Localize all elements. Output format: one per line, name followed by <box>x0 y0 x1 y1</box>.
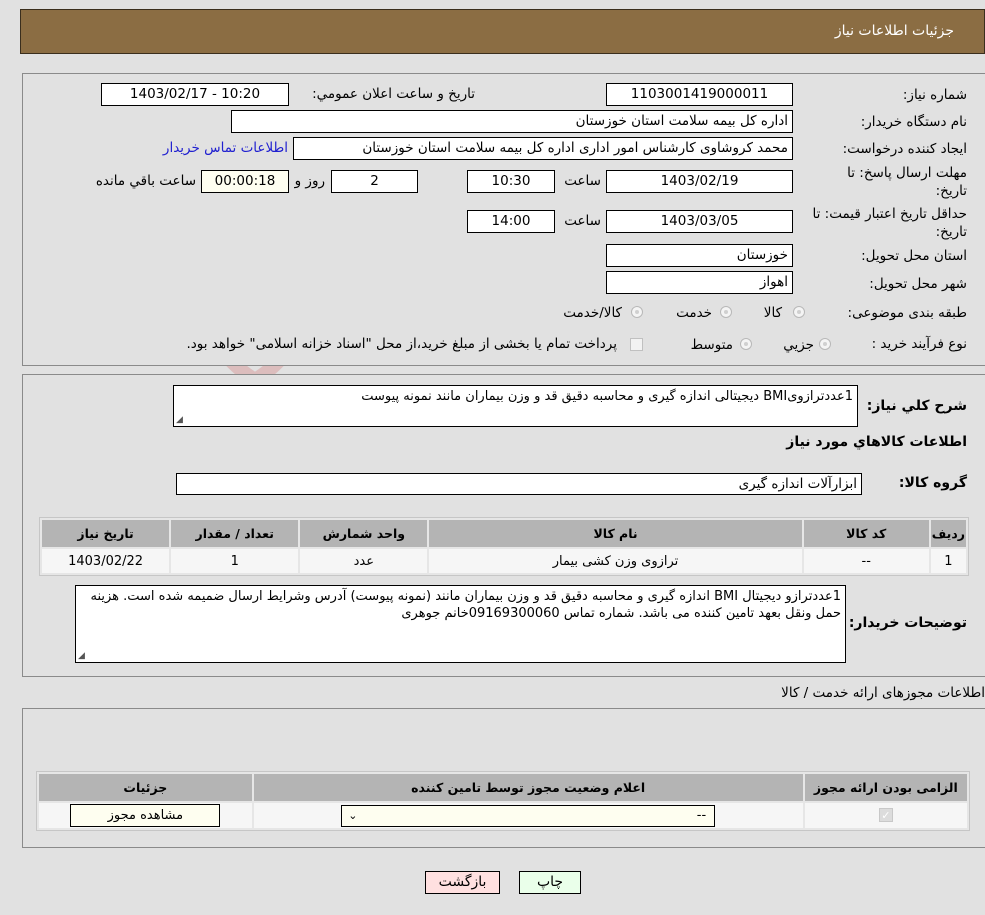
process-note: پرداخت تمام يا بخشی از مبلغ خريد،از محل … <box>186 336 617 352</box>
permit-required-checkbox: ✓ <box>878 808 893 822</box>
col-permit-status: اعلام وضعیت مجوز توسط تامین کننده <box>253 774 803 801</box>
buyer-contact-link[interactable]: اطلاعات تماس خريدار <box>163 140 288 156</box>
creator-field: محمد کروشاوی کارشناس امور اداری اداره کل… <box>293 137 793 160</box>
city-field: اهواز <box>606 271 793 294</box>
province-field: خوزستان <box>606 244 793 267</box>
chevron-down-icon: ⌄ <box>348 808 358 822</box>
price-validity-label-line1: حداقل تاريخ اعتبار قيمت: تا <box>812 206 967 222</box>
cell-quantity: 1 <box>171 549 299 573</box>
treasury-checkbox[interactable] <box>630 338 643 351</box>
remaining-time-label: ساعت باقي مانده <box>95 173 196 189</box>
buyer-notes-textarea[interactable]: 1عددترازو دیجیتال BMI اندازه گیری و محاس… <box>75 585 846 663</box>
category-option-service: خدمت <box>676 305 712 321</box>
description-textarea[interactable]: 1عددترازویBMI دیجیتالی اندازه گیری و محا… <box>173 385 858 427</box>
price-validity-date-field: 1403/03/05 <box>606 210 793 233</box>
table-row: 1 -- ترازوی وزن کشی بیمار عدد 1 1403/02/… <box>42 549 966 573</box>
process-option-minor: جزيي <box>783 337 814 353</box>
deadline-label: مهلت ارسال پاسخ: تا تاريخ: <box>847 164 967 200</box>
permit-status-value: -- <box>696 807 707 823</box>
days-field: 2 <box>331 170 418 193</box>
table-row: ✓ -- ⌄ مشاهده مجوز <box>39 803 967 828</box>
col-quantity: تعداد / مقدار <box>171 520 299 547</box>
col-code: کد کالا <box>803 520 929 547</box>
deadline-time-field: 10:30 <box>467 170 555 193</box>
province-label: استان محل تحويل: <box>861 248 967 264</box>
announce-datetime-field: 1403/02/17 - 10:20 <box>101 83 289 106</box>
announce-label: تاريخ و ساعت اعلان عمومي: <box>312 86 475 102</box>
buyer-org-field: اداره کل بیمه سلامت استان خوزستان <box>231 110 793 133</box>
need-number-label: شماره نیاز: <box>902 87 967 103</box>
price-validity-time-field: 14:00 <box>467 210 555 233</box>
col-unit: واحد شمارش <box>300 520 428 547</box>
remaining-time-field: 00:00:18 <box>201 170 289 193</box>
deadline-time-label: ساعت <box>564 173 601 189</box>
cell-name: ترازوی وزن کشی بیمار <box>429 549 802 573</box>
city-label: شهر محل تحويل: <box>869 276 967 292</box>
buyer-org-label: نام دستگاه خريدار: <box>860 114 967 130</box>
view-permit-button[interactable]: مشاهده مجوز <box>70 804 221 827</box>
process-radio-medium[interactable] <box>740 338 752 350</box>
price-validity-time-label: ساعت <box>564 213 601 229</box>
back-button[interactable]: بازگشت <box>425 871 500 894</box>
goods-group-label: گروه کالا: <box>898 475 967 491</box>
cell-unit: عدد <box>300 549 428 573</box>
cell-row: 1 <box>930 549 966 573</box>
goods-table: رديف کد کالا نام کالا واحد شمارش تعداد /… <box>39 517 969 576</box>
cell-need-date: 1403/02/22 <box>42 549 170 573</box>
goods-info-title: اطلاعات کالاهاي مورد نياز <box>786 434 967 450</box>
goods-table-header: رديف کد کالا نام کالا واحد شمارش تعداد /… <box>42 520 966 547</box>
process-label: نوع فرآیند خرید : <box>871 336 967 352</box>
cell-permit-status: -- ⌄ <box>253 803 803 828</box>
page-title: جزئیات اطلاعات نیاز <box>834 23 954 39</box>
permit-status-select[interactable]: -- ⌄ <box>341 804 716 827</box>
category-option-goods: کالا <box>763 305 782 321</box>
print-button[interactable]: چاپ <box>519 871 581 894</box>
cell-code: -- <box>803 549 929 573</box>
resize-grip-icon[interactable]: ◢ <box>78 652 85 661</box>
description-label: شرح کلي نياز: <box>866 398 967 414</box>
process-radio-minor[interactable] <box>819 338 831 350</box>
permits-table: الزامی بودن ارائه مجوز اعلام وضعیت مجوز … <box>36 771 970 831</box>
col-permit-required: الزامی بودن ارائه مجوز <box>804 774 967 801</box>
category-label: طبقه بندی موضوعی: <box>847 305 967 321</box>
category-radio-goods[interactable] <box>793 306 805 318</box>
deadline-label-line2: تاريخ: <box>935 183 967 199</box>
price-validity-label-line2: تاريخ: <box>935 224 967 240</box>
category-option-goods-service: کالا/خدمت <box>563 305 622 321</box>
process-option-medium: متوسط <box>690 337 733 353</box>
col-need-date: تاريخ نياز <box>42 520 170 547</box>
cell-permit-details: مشاهده مجوز <box>39 803 252 828</box>
category-radio-goods-service[interactable] <box>631 306 643 318</box>
goods-group-field: ابزارآلات اندازه گیری <box>176 473 862 495</box>
permits-table-header: الزامی بودن ارائه مجوز اعلام وضعیت مجوز … <box>39 774 967 801</box>
days-label: روز و <box>294 173 325 189</box>
description-text: 1عددترازویBMI دیجیتالی اندازه گیری و محا… <box>361 389 853 404</box>
creator-label: ايجاد کننده درخواست: <box>842 141 967 157</box>
cell-permit-required: ✓ <box>804 803 967 828</box>
col-row: رديف <box>930 520 966 547</box>
col-permit-details: جزئیات <box>39 774 252 801</box>
col-name: نام کالا <box>429 520 802 547</box>
page-header: جزئیات اطلاعات نیاز <box>20 9 985 54</box>
deadline-date-field: 1403/02/19 <box>606 170 793 193</box>
category-radio-service[interactable] <box>720 306 732 318</box>
need-number-field: 1103001419000011 <box>606 83 793 106</box>
buyer-notes-text: 1عددترازو دیجیتال BMI اندازه گیری و محاس… <box>90 589 841 621</box>
permits-title: اطلاعات مجوزهای ارائه خدمت / کالا <box>781 685 985 701</box>
deadline-label-line1: مهلت ارسال پاسخ: تا <box>847 165 967 181</box>
price-validity-label: حداقل تاريخ اعتبار قيمت: تا تاريخ: <box>813 205 967 241</box>
buyer-notes-label: توضيحات خريدار: <box>848 615 967 631</box>
resize-grip-icon[interactable]: ◢ <box>176 416 183 425</box>
